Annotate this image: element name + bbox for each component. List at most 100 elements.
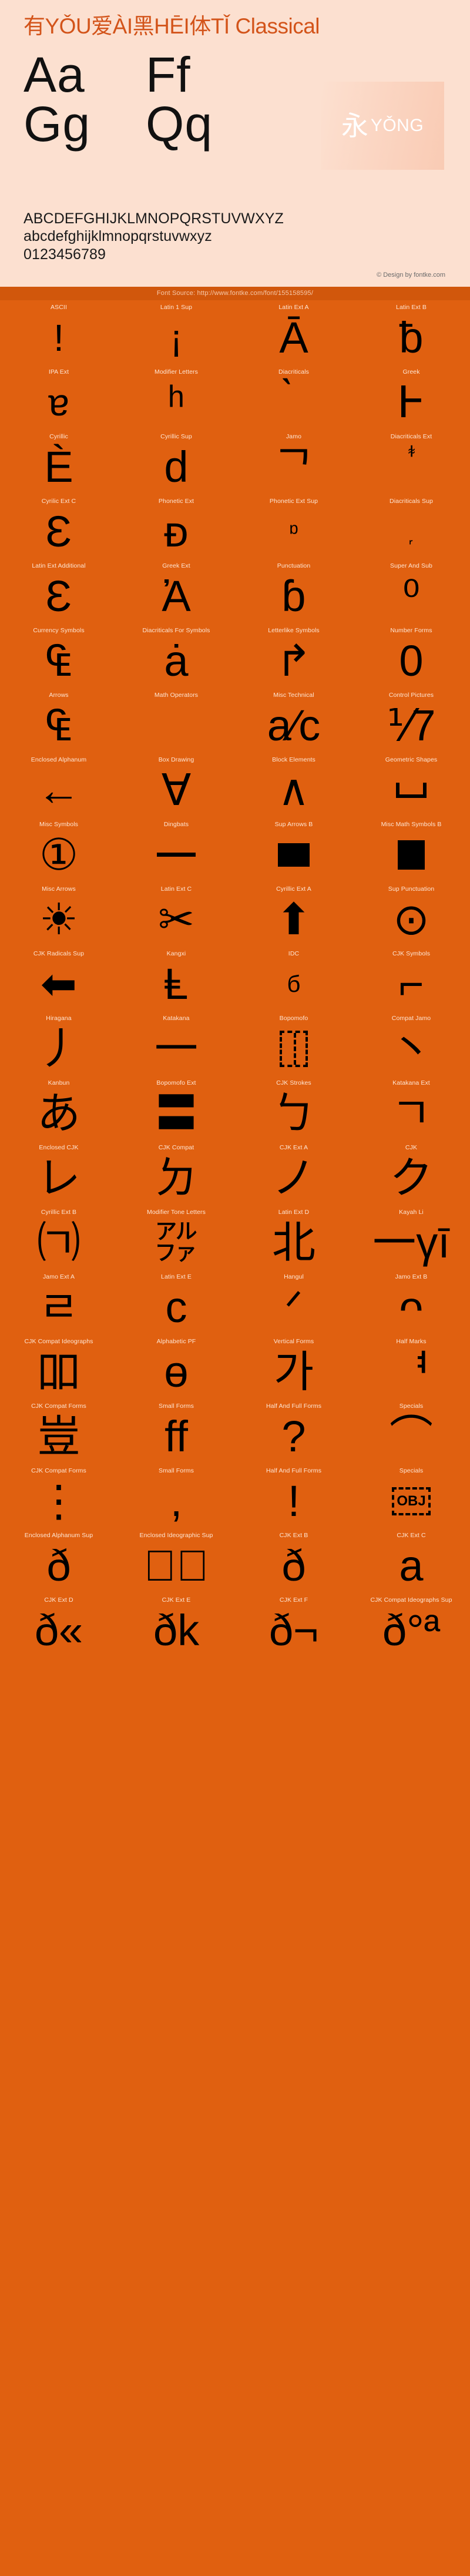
unicode-block-cell[interactable]: Half And Full Forms? — [235, 1399, 352, 1464]
unicode-block-label: Modifier Tone Letters — [147, 1209, 206, 1216]
unicode-block-cell[interactable]: Sup Arrows B — [235, 817, 352, 882]
unicode-block-cell[interactable]: Hangul ᐟ — [235, 1270, 352, 1334]
unicode-block-cell[interactable]: Letterlike Symbols ↱ — [235, 623, 352, 688]
unicode-block-cell[interactable]: Cyrillic Sup ԁ — [118, 430, 235, 494]
unicode-block-cell[interactable]: Latin Ext A Ā — [235, 300, 352, 365]
unicode-block-cell[interactable]: Vertical Forms 가 — [235, 1334, 352, 1399]
unicode-block-label: Greek Ext — [162, 562, 190, 570]
unicode-block-cell[interactable]: Misc Math Symbols B — [352, 817, 470, 882]
unicode-block-cell[interactable]: Specials ⌒ — [352, 1399, 470, 1464]
unicode-block-cell[interactable]: Kayah Li 一γī — [352, 1205, 470, 1270]
unicode-block-cell[interactable]: Modifier Tone Letters ㌁ — [118, 1205, 235, 1270]
unicode-block-cell[interactable]: CJK Compat Forms 豈 — [0, 1399, 118, 1464]
unicode-block-cell[interactable]: Dingbats — [118, 817, 235, 882]
unicode-block-cell[interactable]: Misc Arrows ☀ — [0, 882, 118, 947]
unicode-block-sample-glyph: ¡ — [170, 316, 183, 359]
unicode-block-cell[interactable]: Half Marks ᅧ — [352, 1334, 470, 1399]
unicode-block-cell[interactable]: CJK Strokes ㄅ — [235, 1076, 352, 1141]
unicode-block-label: Block Elements — [272, 756, 315, 764]
unicode-block-cell[interactable]: CJK Compat Ideographs 吅 — [0, 1334, 118, 1399]
unicode-block-cell[interactable]: Kangxi Ⱡ — [118, 947, 235, 1011]
unicode-block-cell[interactable]: Cyrillic Ext A ⬆ — [235, 882, 352, 947]
unicode-block-sample-glyph: ðk — [153, 1605, 200, 1655]
font-source-bar[interactable]: Font Source: http://www.fontke.com/font/… — [0, 287, 470, 301]
unicode-block-cell[interactable]: Modifier Letters ʰ — [118, 365, 235, 430]
unicode-block-cell[interactable]: IPA Ext ɐ — [0, 365, 118, 430]
unicode-block-cell[interactable]: Hiragana ⼃ — [0, 1011, 118, 1076]
unicode-block-cell[interactable]: Small Forms ff — [118, 1399, 235, 1464]
unicode-block-cell[interactable]: Bopomofo Ext 〓 — [118, 1076, 235, 1141]
unicode-block-cell[interactable]: Box Drawing ∀ — [118, 753, 235, 817]
unicode-block-cell[interactable]: Greek Ext Ἀ — [118, 559, 235, 623]
unicode-block-cell[interactable]: Greek Ͱ — [352, 365, 470, 430]
unicode-block-cell[interactable]: Diacriticals Extᷬ — [352, 430, 470, 494]
unicode-block-cell[interactable]: Latin Ext Eᴄ — [118, 1270, 235, 1334]
unicode-block-cell[interactable]: Bopomofo — [235, 1011, 352, 1076]
unicode-block-cell[interactable]: IDC б — [235, 947, 352, 1011]
unicode-block-cell[interactable]: Latin Ext C ✂ — [118, 882, 235, 947]
unicode-block-cell[interactable]: Control Pictures ⅟7 — [352, 688, 470, 753]
unicode-block-cell[interactable]: Diacriticals For Symbols ȧ — [118, 623, 235, 688]
unicode-block-cell[interactable]: Block Elements ∧ — [235, 753, 352, 817]
glyph-grid-row: Jamo Ext A ㄹ Latin Ext Eᴄ Hangul ᐟ Jamo Ext B… — [0, 1270, 470, 1334]
unicode-block-cell[interactable]: CJK Radicals Sup ⬅ — [0, 947, 118, 1011]
unicode-block-cell[interactable]: Diacriticals Sup᷊ — [352, 494, 470, 559]
unicode-block-cell[interactable]: Kanbun あ — [0, 1076, 118, 1141]
unicode-block-cell[interactable]: Katakana 一 — [118, 1011, 235, 1076]
unicode-block-cell[interactable]: Alphabetic PF ɵ — [118, 1334, 235, 1399]
unicode-block-cell[interactable]: CJK Compat Forms ⋮ — [0, 1464, 118, 1528]
unicode-block-cell[interactable]: Enclosed Ideographic Sup    — [118, 1528, 235, 1593]
unicode-block-cell[interactable]: CJK Compat Ideographs Sup ð°ª — [352, 1593, 470, 1658]
unicode-block-cell[interactable]: Half And Full Forms! — [235, 1464, 352, 1528]
unicode-block-cell[interactable]: Latin 1 Sup ¡ — [118, 300, 235, 365]
unicode-block-cell[interactable]: CJK ク — [352, 1141, 470, 1205]
unicode-block-sample-glyph: ∀ — [161, 765, 192, 814]
unicode-block-cell[interactable]: Diacriticals̀ — [235, 365, 352, 430]
unicode-block-cell[interactable]: Misc Symbols ① — [0, 817, 118, 882]
unicode-block-cell[interactable]: Number Forms 0 — [352, 623, 470, 688]
unicode-block-cell[interactable]: Enclosed Alphanum ← — [0, 753, 118, 817]
unicode-block-cell[interactable]: Small Forms, — [118, 1464, 235, 1528]
unicode-block-cell[interactable]: Jamo Ext Aㄹ — [0, 1270, 118, 1334]
unicode-block-sample-glyph: ☀ — [39, 894, 79, 944]
unicode-block-cell[interactable]: CJK Ext Aノ — [235, 1141, 352, 1205]
glyph-grid-row: IPA ExtɐModifier LettersʰDiacriticals̀Gr… — [0, 365, 470, 430]
unicode-block-cell[interactable]: Cyrillic Ѐ — [0, 430, 118, 494]
unicode-block-cell[interactable]: CJK Ext B ð — [235, 1528, 352, 1593]
unicode-block-cell[interactable]: CJK Ext C a — [352, 1528, 470, 1593]
unicode-block-cell[interactable]: CJK Compat ㄉ — [118, 1141, 235, 1205]
unicode-block-cell[interactable]: Phonetic Ext Sup ᶛ — [235, 494, 352, 559]
unicode-block-sample-glyph: ̀ — [235, 375, 352, 430]
unicode-block-cell[interactable]: ASCII! — [0, 300, 118, 365]
unicode-block-cell[interactable]: Jamo ᄀ — [235, 430, 352, 494]
unicode-block-cell[interactable]: Arrows ₠ — [0, 688, 118, 753]
unicode-block-cell[interactable]: Enclosed CJK レ — [0, 1141, 118, 1205]
unicode-block-cell[interactable]: Phonetic Ext ᴆ — [118, 494, 235, 559]
unicode-block-cell[interactable]: Punctuation ɓ — [235, 559, 352, 623]
unicode-block-cell[interactable]: Katakana Ext ㄱ — [352, 1076, 470, 1141]
unicode-block-cell[interactable]: Cyrilic Ext C Ɛ — [0, 494, 118, 559]
unicode-block-cell[interactable]: CJK Ext Eðk — [118, 1593, 235, 1658]
unicode-block-cell[interactable]: Latin Ext Additional Ɛ — [0, 559, 118, 623]
unicode-block-cell[interactable]: CJK Ext Dð« — [0, 1593, 118, 1658]
unicode-block-cell[interactable]: Latin Ext B ƀ — [352, 300, 470, 365]
unicode-block-cell[interactable]: Latin Ext D北 — [235, 1205, 352, 1270]
unicode-block-sample-glyph: あ — [37, 1088, 80, 1138]
unicode-block-cell[interactable]: Cyrillic Ext B ㈀ — [0, 1205, 118, 1270]
unicode-block-cell[interactable]: Sup Punctuation ⊙ — [352, 882, 470, 947]
unicode-block-cell[interactable]: Misc Technical a⁄c — [235, 688, 352, 753]
unicode-block-cell[interactable]: Currency Symbols ₠ — [0, 623, 118, 688]
unicode-block-cell[interactable]: Geometric Shapes — [352, 753, 470, 817]
unicode-block-cell[interactable]: CJK Symbols ⌐ — [352, 947, 470, 1011]
unicode-block-cell[interactable]: Super And Sub ⁰ — [352, 559, 470, 623]
copyright-credit: © Design by fontke.com — [377, 271, 445, 279]
unicode-block-cell[interactable]: Jamo Ext Bᴖ — [352, 1270, 470, 1334]
unicode-block-cell[interactable]: CJK Ext Fð¬ — [235, 1593, 352, 1658]
unicode-block-label: Box Drawing — [158, 756, 194, 764]
unicode-block-cell[interactable]: Enclosed Alphanum Sup ð — [0, 1528, 118, 1593]
unicode-block-cell[interactable]: Math Operators — [118, 688, 235, 753]
unicode-block-cell[interactable]: Specials OBJ — [352, 1464, 470, 1528]
unicode-block-sample-glyph: ↱ — [275, 636, 312, 685]
unicode-block-label: Jamo Ext B — [395, 1273, 428, 1281]
unicode-block-cell[interactable]: Compat Jamo 丶 — [352, 1011, 470, 1076]
